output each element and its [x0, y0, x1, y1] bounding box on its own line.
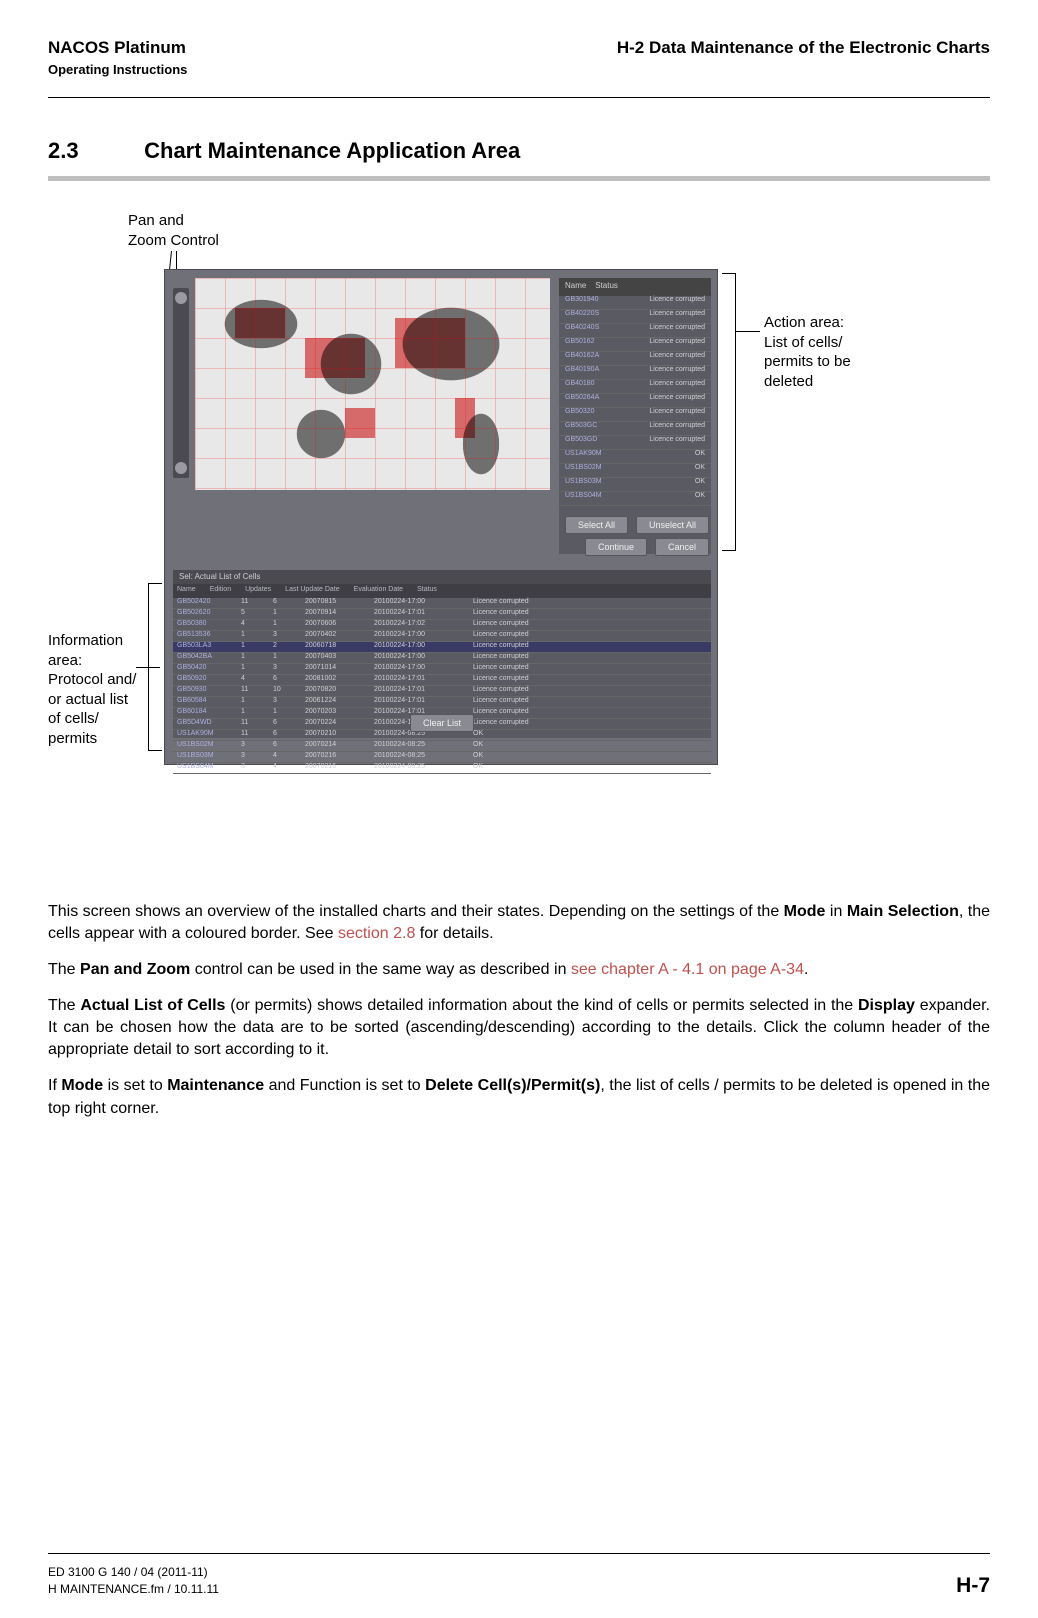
info-list-row[interactable]: GB50380412007060620100224-17:02Licence c… — [173, 620, 711, 631]
link-chapter-a-4-1[interactable]: see chapter A - 4.1 on page A-34 — [571, 961, 804, 978]
section-title: Chart Maintenance Application Area — [144, 138, 520, 163]
action-list-row[interactable]: US1BS03MOK — [559, 478, 711, 492]
info-column-header[interactable]: Last Update Date — [285, 586, 339, 596]
action-list-row[interactable]: GB301940Licence corrupted — [559, 296, 711, 310]
action-area-panel: Name Status GB301940Licence corruptedGB4… — [559, 278, 711, 554]
info-columns-header[interactable]: Name Edition Updates Last Update Date Evalua… — [173, 584, 711, 598]
section-rule — [48, 176, 990, 181]
select-all-button[interactable]: Select All — [565, 516, 628, 534]
action-list-row[interactable]: GB50162Licence corrupted — [559, 338, 711, 352]
chart-grid-overlay — [195, 278, 550, 490]
action-list-row[interactable]: GB40240SLicence corrupted — [559, 324, 711, 338]
chapter-title: H-2 Data Maintenance of the Electronic C… — [617, 38, 990, 58]
info-column-header[interactable]: Edition — [210, 586, 231, 596]
callout-info-area: Information area: Protocol and/ or actua… — [48, 631, 158, 748]
figure-area: Pan and Zoom Control Action area: List o… — [48, 211, 990, 771]
action-list-header[interactable]: Name Status — [559, 278, 711, 296]
action-list-row[interactable]: GB40220SLicence corrupted — [559, 310, 711, 324]
info-column-header[interactable]: Status — [417, 586, 437, 596]
info-list-row[interactable]: GB50920462008100220100224-17:01Licence c… — [173, 675, 711, 686]
action-list-row[interactable]: GB503GCLicence corrupted — [559, 422, 711, 436]
action-list-row[interactable]: GB40162ALicence corrupted — [559, 352, 711, 366]
footer-rule — [48, 1553, 990, 1554]
info-column-header[interactable]: Name — [177, 586, 196, 596]
link-section-2-8[interactable]: section 2.8 — [338, 925, 415, 942]
info-list-row[interactable]: US1BS04M342007021620100224-08:25OK — [173, 763, 711, 774]
pan-zoom-control[interactable] — [173, 288, 189, 478]
callout-action-area: Action area: List of cells/ permits to b… — [764, 313, 851, 391]
info-list-row[interactable]: GB502620512007091420100224-17:01Licence … — [173, 609, 711, 620]
clear-list-button[interactable]: Clear List — [410, 714, 474, 732]
action-list-row[interactable]: GB503GDLicence corrupted — [559, 436, 711, 450]
doc-reference: ED 3100 G 140 / 04 (2011-11) — [48, 1564, 219, 1581]
unselect-all-button[interactable]: Unselect All — [636, 516, 709, 534]
header-rule — [48, 97, 990, 98]
info-list-row[interactable]: US1BS02M362007021420100224-08:25OK — [173, 741, 711, 752]
section-number: 2.3 — [48, 138, 138, 164]
info-list-row[interactable]: GB60584132006122420100224-17:01Licence c… — [173, 697, 711, 708]
leader-line — [136, 667, 160, 668]
info-list-row[interactable]: GB513536132007040220100224-17:00Licence … — [173, 631, 711, 642]
cancel-button[interactable]: Cancel — [655, 538, 709, 556]
bracket-right — [722, 273, 736, 551]
doc-filename: H MAINTENANCE.fm / 10.11.11 — [48, 1581, 219, 1598]
action-list-row[interactable]: GB50320Licence corrupted — [559, 408, 711, 422]
action-list-row[interactable]: US1BS02MOK — [559, 464, 711, 478]
info-list-row[interactable]: GB503LA3122006071820100224-17:00Licence … — [173, 642, 711, 653]
action-list-row[interactable]: US1BS04MOK — [559, 492, 711, 506]
action-list-row[interactable]: US1AK90MOK — [559, 450, 711, 464]
page-number: H-7 — [956, 1574, 990, 1598]
action-list-row[interactable]: GB40190ALicence corrupted — [559, 366, 711, 380]
body-text: This screen shows an overview of the ins… — [48, 901, 990, 1120]
world-map-panel[interactable] — [195, 278, 550, 490]
info-list-row[interactable]: US1BS03M342007021620100224-08:25OK — [173, 752, 711, 763]
info-list-row[interactable]: GB5042BA112007040320100224-17:00Licence … — [173, 653, 711, 664]
action-list-row[interactable]: GB50264ALicence corrupted — [559, 394, 711, 408]
doc-subtitle: Operating Instructions — [48, 62, 990, 77]
info-panel-title: Sel: Actual List of Cells — [173, 570, 711, 584]
app-screenshot: Name Status GB301940Licence corruptedGB4… — [164, 269, 718, 765]
leader-line — [736, 331, 760, 332]
doc-title: NACOS Platinum — [48, 38, 186, 58]
info-column-header[interactable]: Evaluation Date — [354, 586, 403, 596]
continue-button[interactable]: Continue — [585, 538, 647, 556]
callout-pan-zoom: Pan and Zoom Control — [128, 211, 219, 250]
info-list-row[interactable]: GB5093011102007082020100224-17:01Licence… — [173, 686, 711, 697]
info-list-row[interactable]: GB5024201162007081520100224-17:00Licence… — [173, 598, 711, 609]
info-column-header[interactable]: Updates — [245, 586, 271, 596]
action-list-row[interactable]: GB40180Licence corrupted — [559, 380, 711, 394]
information-area-panel: Sel: Actual List of Cells Name Edition Upd… — [173, 570, 711, 738]
section-heading: 2.3 Chart Maintenance Application Area — [48, 138, 990, 164]
info-list-row[interactable]: GB50420132007101420100224-17:00Licence c… — [173, 664, 711, 675]
page-footer: ED 3100 G 140 / 04 (2011-11) H MAINTENAN… — [48, 1553, 990, 1598]
